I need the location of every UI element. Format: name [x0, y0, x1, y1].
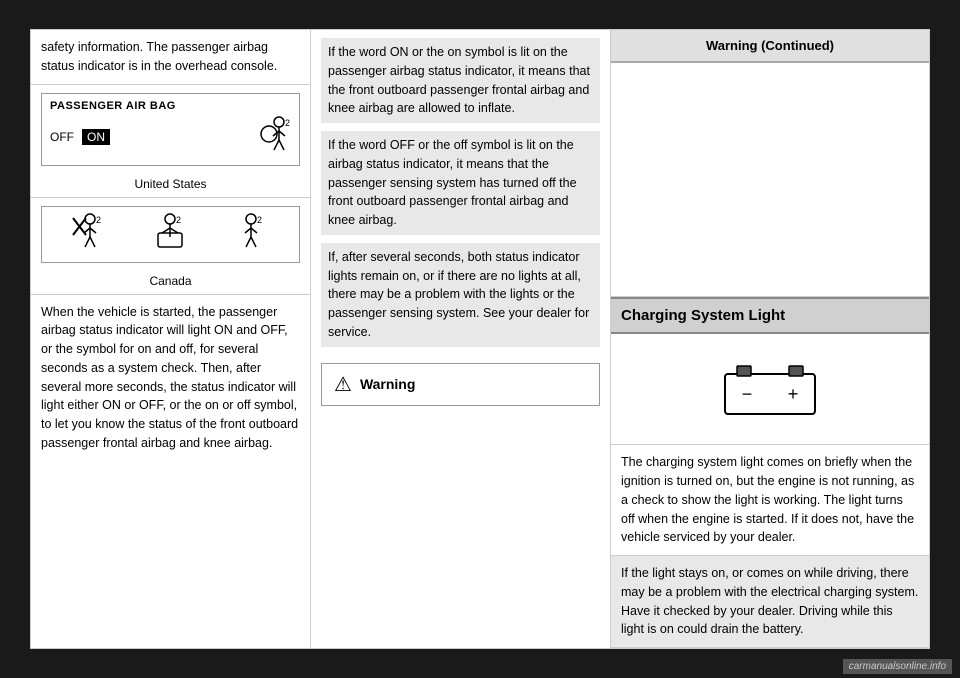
middle-para-3: If, after several seconds, both status i…: [321, 243, 600, 347]
airbag-row: OFF ON 2: [50, 116, 291, 159]
airbag-person-icon: 2: [251, 116, 291, 159]
airbag-on-label: ON: [82, 129, 110, 145]
middle-para-1: If the word ON or the on symbol is lit o…: [321, 38, 600, 123]
airbag-off-label: OFF: [50, 130, 74, 144]
charging-system-header: Charging System Light: [611, 297, 929, 334]
right-spacer: [611, 63, 929, 297]
intro-text: safety information. The passenger airbag…: [31, 30, 310, 85]
canada-icon-2: 2: [148, 213, 192, 256]
region-us-label: United States: [31, 174, 310, 198]
svg-text:2: 2: [257, 215, 262, 225]
airbag-header-label: PASSENGER AIR BAG: [50, 100, 291, 112]
warning-triangle-icon: ⚠: [334, 372, 352, 397]
svg-text:−: −: [742, 384, 753, 404]
warning-label: Warning: [360, 376, 415, 392]
col-left: safety information. The passenger airbag…: [31, 30, 311, 648]
airbag-status-labels: OFF ON: [50, 129, 110, 145]
page-container: safety information. The passenger airbag…: [30, 29, 930, 649]
warning-box: ⚠ Warning: [321, 363, 600, 406]
airbag-indicator-canada: 2 2: [41, 206, 300, 263]
region-canada-label: Canada: [31, 271, 310, 295]
canada-icon-1: 2: [68, 213, 112, 256]
charging-text-2: If the light stays on, or comes on while…: [611, 556, 929, 648]
battery-diagram: − +: [611, 334, 929, 445]
col-right: Warning (Continued) Charging System Ligh…: [611, 30, 929, 648]
intro-paragraph: safety information. The passenger airbag…: [41, 40, 277, 73]
charging-text-1: The charging system light comes on brief…: [611, 445, 929, 556]
svg-text:2: 2: [176, 215, 181, 225]
svg-text:+: +: [788, 384, 799, 404]
middle-para-2: If the word OFF or the off symbol is lit…: [321, 131, 600, 235]
canada-icon-3: 2: [229, 213, 273, 256]
svg-text:2: 2: [96, 215, 101, 225]
col-middle: If the word ON or the on symbol is lit o…: [311, 30, 611, 648]
warning-continued-header: Warning (Continued): [611, 30, 929, 63]
vehicle-text: When the vehicle is started, the passeng…: [31, 295, 310, 461]
svg-text:2: 2: [285, 118, 290, 128]
airbag-indicator-us: PASSENGER AIR BAG OFF ON: [41, 93, 300, 166]
watermark: carmanualsonline.info: [843, 659, 952, 674]
